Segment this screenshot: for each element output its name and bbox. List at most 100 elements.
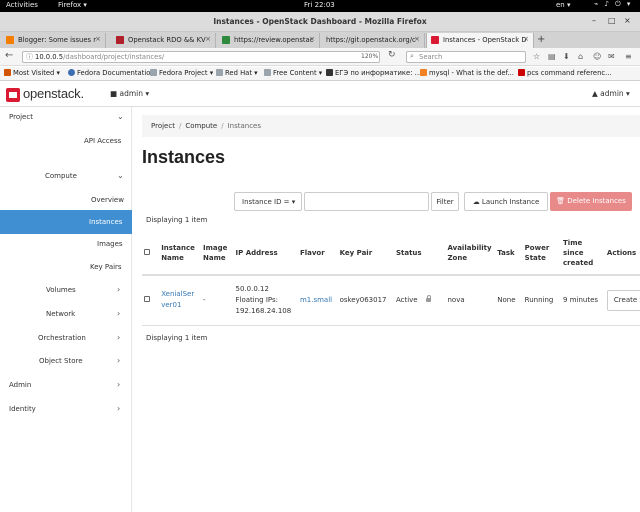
bookmark-item[interactable]: pcs command referenc... <box>518 69 612 77</box>
column-header[interactable]: Key Pair <box>337 231 394 276</box>
url-path: /dashboard/project/instances/ <box>63 53 165 61</box>
search-bar[interactable]: ⌕ Search <box>406 51 526 63</box>
folder-icon <box>216 69 223 76</box>
activities-button[interactable]: Activities <box>6 1 38 9</box>
url-host: 10.0.0.5 <box>35 53 64 61</box>
sidebar-item-compute[interactable]: Compute <box>45 172 77 180</box>
user-menu[interactable]: ▲ admin ▾ <box>592 89 630 98</box>
sidebar-item-volumes[interactable]: Volumes <box>46 286 76 294</box>
minimize-icon[interactable]: – <box>592 16 596 25</box>
chevron-down-icon[interactable]: ⌄ <box>117 112 124 121</box>
bookmark-item[interactable]: Red Hat ▾ <box>216 69 258 77</box>
system-menu-icons[interactable]: ⌁ ♪ ⏻ ▾ <box>594 0 632 9</box>
browser-tab[interactable]: Blogger: Some issues r × <box>2 33 106 48</box>
account-icon[interactable]: ☺ <box>593 52 601 61</box>
tab-close-icon[interactable]: × <box>205 35 211 43</box>
reload-icon[interactable]: ↻ <box>388 50 396 60</box>
sidebar-item-api-access[interactable]: API Access <box>84 137 121 145</box>
column-header[interactable]: Status <box>393 231 446 276</box>
table-row: XenialServer01 - 50.0.0.12 Floating IPs:… <box>142 275 640 326</box>
download-icon[interactable]: ⬇ <box>563 52 570 61</box>
bookmark-item[interactable]: mysql - What is the def... <box>420 69 514 77</box>
column-header[interactable]: Availability Zone <box>445 231 496 276</box>
sidebar-item-key-pairs[interactable]: Key Pairs <box>90 263 122 271</box>
bookmark-item[interactable]: Free Content ▾ <box>264 69 322 77</box>
menu-icon[interactable]: ≡ <box>625 52 632 61</box>
new-tab-button[interactable]: + <box>537 34 545 45</box>
sidebar-item-orchestration[interactable]: Orchestration <box>38 334 86 342</box>
chevron-right-icon[interactable]: › <box>117 356 120 365</box>
breadcrumb-separator: / <box>178 122 182 130</box>
chevron-right-icon[interactable]: › <box>117 380 120 389</box>
maximize-icon[interactable]: □ <box>608 16 616 25</box>
browser-tab[interactable]: https://review.openstac × <box>218 33 320 48</box>
info-icon[interactable]: ⓘ <box>26 52 33 62</box>
sidebar-item-overview[interactable]: Overview <box>91 196 124 204</box>
breadcrumb: Project / Compute / Instances <box>142 115 640 137</box>
bookmark-item[interactable]: Fedora Documentation <box>68 69 155 77</box>
breadcrumb-project[interactable]: Project <box>151 122 175 130</box>
create-snapshot-button[interactable]: Create Snapshot <box>606 289 640 311</box>
library-icon[interactable]: ▤ <box>548 52 556 61</box>
zoom-level[interactable]: 120% <box>361 53 378 60</box>
chevron-down-icon[interactable]: ⌄ <box>117 171 124 180</box>
window-titlebar: Instances - OpenStack Dashboard - Mozill… <box>0 12 640 32</box>
tab-close-icon[interactable]: × <box>523 35 529 43</box>
breadcrumb-separator: / <box>221 122 224 130</box>
column-header[interactable]: Instance Name <box>159 231 201 276</box>
breadcrumb-compute[interactable]: Compute <box>185 122 217 130</box>
tab-close-icon[interactable]: × <box>414 35 420 43</box>
sidebar-item-instances[interactable]: Instances <box>0 210 132 234</box>
url-bar[interactable]: ⓘ 10.0.0.5/dashboard/project/instances/ … <box>22 51 380 63</box>
tab-close-icon[interactable]: × <box>95 35 101 43</box>
chevron-right-icon[interactable]: › <box>117 285 120 294</box>
sidebar-item-admin[interactable]: Admin <box>9 381 31 389</box>
sidebar-item-project[interactable]: Project <box>9 113 33 121</box>
browser-tab[interactable]: Openstack RDO && KV × <box>112 33 216 48</box>
column-header[interactable]: Task <box>495 231 523 276</box>
actions-cell: Create Snapshot <box>604 275 640 326</box>
bookmark-item[interactable]: ЕГЭ по информатике: ... <box>326 69 421 77</box>
launch-instance-button[interactable]: ☁ Launch Instance <box>464 192 548 211</box>
chevron-right-icon[interactable]: › <box>117 333 120 342</box>
delete-instances-button[interactable]: 🗑 Delete Instances <box>550 192 632 211</box>
sidebar-item-network[interactable]: Network <box>46 310 75 318</box>
flavor-link[interactable]: m1.small <box>300 296 332 304</box>
select-all-checkbox[interactable] <box>144 248 150 255</box>
sidebar-item-object-store[interactable]: Object Store <box>39 357 83 365</box>
browser-tab-active[interactable]: Instances - OpenStack D × <box>426 33 534 48</box>
filter-field-select[interactable]: Instance ID = ▾ <box>234 192 302 211</box>
home-icon[interactable]: ⌂ <box>578 52 583 61</box>
row-checkbox[interactable] <box>144 295 150 302</box>
column-header[interactable]: Flavor <box>297 231 338 276</box>
column-header[interactable]: IP Address <box>233 231 298 276</box>
mail-icon[interactable]: ✉ <box>608 52 615 61</box>
lock-icon[interactable] <box>425 294 431 302</box>
instances-table: Instance Name Image Name IP Address Flav… <box>142 231 640 326</box>
browser-tab[interactable]: https://git.openstack.org/c × <box>321 33 425 48</box>
task-cell: None <box>495 275 523 326</box>
tab-close-icon[interactable]: × <box>309 35 315 43</box>
redhat-icon <box>518 69 525 76</box>
bookmark-item[interactable]: Fedora Project ▾ <box>150 69 213 77</box>
chevron-right-icon[interactable]: › <box>117 309 120 318</box>
sidebar-item-identity[interactable]: Identity <box>9 405 36 413</box>
sidebar-item-images[interactable]: Images <box>97 240 123 248</box>
filter-button[interactable]: Filter <box>431 192 459 211</box>
bookmark-star-icon[interactable]: ☆ <box>533 52 540 61</box>
column-header[interactable]: Power State <box>522 231 562 276</box>
bookmark-item[interactable]: Most Visited ▾ <box>4 69 60 77</box>
column-header[interactable]: Image Name <box>200 231 234 276</box>
app-menu[interactable]: Firefox ▾ <box>58 1 87 9</box>
instance-name-link[interactable]: XenialServer01 <box>161 289 197 311</box>
chevron-right-icon[interactable]: › <box>117 404 120 413</box>
column-header[interactable]: Time since created <box>561 231 605 276</box>
close-icon[interactable]: × <box>624 16 631 25</box>
back-arrow-icon[interactable]: ← <box>5 50 13 61</box>
clock[interactable]: Fri 22:03 <box>304 1 335 9</box>
filter-input[interactable] <box>304 192 429 211</box>
bookmarks-toolbar: Most Visited ▾ Fedora Documentation Fedo… <box>0 67 640 81</box>
language-selector[interactable]: en ▾ <box>556 1 570 9</box>
flavor-cell: m1.small <box>297 275 338 326</box>
project-selector[interactable]: ■ admin ▾ <box>110 89 149 98</box>
